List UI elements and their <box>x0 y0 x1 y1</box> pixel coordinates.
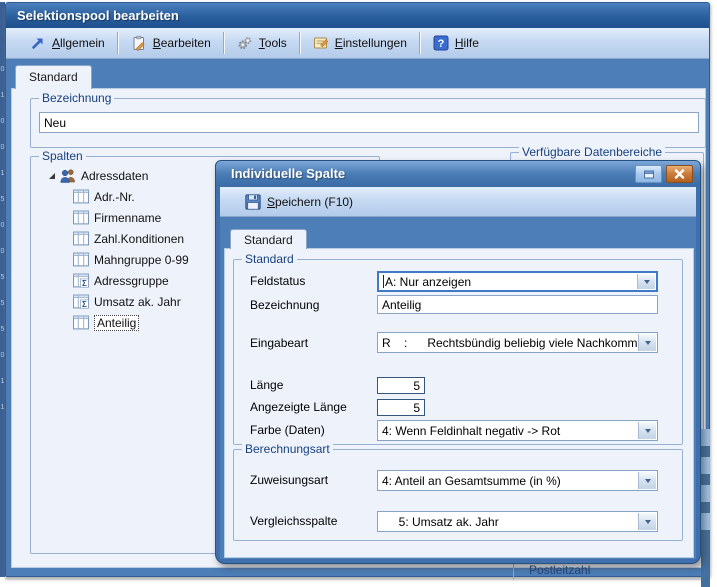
toolbar-label: Einstellungen <box>335 36 407 50</box>
zuweisungsart-combobox[interactable]: 4: Anteil an Gesamtsumme (in %) <box>377 470 658 491</box>
toolbar-separator <box>117 32 119 54</box>
save-button-label: Speichern (F10) <box>267 195 353 209</box>
tree-item-label: Adr.-Nr. <box>94 190 135 204</box>
dropdown-arrow-icon[interactable] <box>637 274 655 289</box>
main-window-title: Selektionspool bearbeiten <box>17 8 179 23</box>
group-standard: Standard Feldstatus A: Nur anzeigen Beze… <box>233 259 683 445</box>
dialog-title-bar[interactable]: Individuelle Spalte <box>216 161 700 187</box>
farbe-label: Farbe (Daten) <box>250 423 376 437</box>
clipboard-pencil-icon <box>131 35 147 51</box>
tree-item-label: Adressgruppe <box>94 274 169 288</box>
eingabeart-label: Eingabeart <box>250 336 376 350</box>
laenge-label: Länge <box>250 378 376 392</box>
farbe-value: 4: Wenn Feldinhalt negativ -> Rot <box>382 424 560 438</box>
tab-standard-main[interactable]: Standard <box>15 65 92 89</box>
column-icon <box>73 252 89 267</box>
dialog-toolbar: Speichern (F10) <box>220 187 696 217</box>
svg-text:Σ: Σ <box>82 300 87 309</box>
column-icon <box>73 231 89 246</box>
toolbar-button-bearbeiten[interactable]: Bearbeiten <box>120 30 222 56</box>
close-icon <box>674 169 685 179</box>
laenge-input[interactable] <box>377 377 425 394</box>
eingabeart-value: R : Rechtsbündig beliebig viele Nachkomm… <box>382 336 653 350</box>
dialog-tab-panel: Standard Feldstatus A: Nur anzeigen Beze… <box>224 248 694 558</box>
zuweisungsart-value: 4: Anteil an Gesamtsumme (in %) <box>382 474 561 488</box>
farbe-combobox[interactable]: 4: Wenn Feldinhalt negativ -> Rot <box>377 420 658 441</box>
bezeichnung-label: Bezeichnung <box>250 298 376 312</box>
screen: 0 1 0 0 1 5 0 0 5 5 5 0 1 1 Selektionspo… <box>0 0 717 587</box>
text-cursor <box>383 275 384 288</box>
expanded-triangle-icon[interactable] <box>49 173 55 179</box>
main-window-title-bar[interactable]: Selektionspool bearbeiten <box>6 3 709 28</box>
angezeigte-laenge-input[interactable] <box>377 399 425 416</box>
settings-note-icon <box>313 35 329 51</box>
toolbar-label: Tools <box>259 36 287 50</box>
toolbar-button-tools[interactable]: Tools <box>226 30 298 56</box>
svg-text:Σ: Σ <box>82 279 87 288</box>
column-icon <box>73 315 89 330</box>
tree-item-label: Zahl.Konditionen <box>94 232 184 246</box>
svg-text:?: ? <box>438 38 445 50</box>
restore-window-button[interactable] <box>635 165 662 183</box>
toolbar-button-hilfe[interactable]: ? Hilfe <box>422 30 490 56</box>
group-caption: Berechnungsart <box>242 442 333 456</box>
group-caption: Standard <box>242 252 297 266</box>
dialog-body: Speichern (F10) Standard Standard Feldst… <box>220 187 696 559</box>
toolbar-separator <box>419 32 421 54</box>
tree-item-label: Firmenname <box>94 211 161 225</box>
group-caption: Bezeichnung <box>39 91 114 105</box>
tree-item-label: Mahngruppe 0-99 <box>94 253 189 267</box>
column-icon <box>73 189 89 204</box>
tree-item-postleitzahl[interactable]: Postleitzahl <box>529 563 590 577</box>
toolbar-separator <box>223 32 225 54</box>
feldstatus-value: A: Nur anzeigen <box>385 275 471 289</box>
tab-standard-dialog[interactable]: Standard <box>230 229 307 249</box>
feldstatus-combobox[interactable]: A: Nur anzeigen <box>377 271 658 292</box>
main-toolbar: Allgemein Bearbeiten Tools <box>6 28 709 59</box>
bezeichnung-input[interactable] <box>39 112 699 133</box>
group-caption: Verfügbare Datenbereiche <box>519 145 665 159</box>
dialog-individuelle-spalte: Individuelle Spalte <box>215 160 701 564</box>
vergleichsspalte-label: Vergleichsspalte <box>250 514 376 528</box>
bezeichnung-dialog-input[interactable] <box>377 295 658 314</box>
dialog-title: Individuelle Spalte <box>231 166 345 181</box>
group-berechnungsart: Berechnungsart Zuweisungsart 4: Anteil a… <box>233 449 683 541</box>
column-sigma-icon: Σ <box>73 294 89 309</box>
dropdown-arrow-icon[interactable] <box>638 334 656 351</box>
toolbar-separator <box>299 32 301 54</box>
vergleichsspalte-value: 5: Umsatz ak. Jahr <box>382 515 499 529</box>
vergleichsspalte-combobox[interactable]: 5: Umsatz ak. Jahr <box>377 511 658 532</box>
feldstatus-label: Feldstatus <box>250 274 376 288</box>
toolbar-button-einstellungen[interactable]: Einstellungen <box>302 30 418 56</box>
toolbar-button-allgemein[interactable]: Allgemein <box>19 30 116 56</box>
arrow-up-right-icon <box>30 35 46 51</box>
column-icon <box>73 210 89 225</box>
dropdown-arrow-icon[interactable] <box>638 472 656 489</box>
dropdown-arrow-icon[interactable] <box>638 422 656 439</box>
close-button[interactable] <box>666 165 693 183</box>
help-icon: ? <box>433 35 449 51</box>
restore-window-icon <box>643 169 655 180</box>
gears-icon <box>237 35 253 51</box>
tree-item-label: Umsatz ak. Jahr <box>94 295 181 309</box>
tree-item-label: Adressdaten <box>81 169 148 183</box>
tree-item-label: Anteilig <box>94 315 139 331</box>
column-sigma-icon: Σ <box>73 273 89 288</box>
eingabeart-combobox[interactable]: R : Rechtsbündig beliebig viele Nachkomm… <box>377 332 658 353</box>
scrollbar-fragment[interactable] <box>701 429 710 587</box>
toolbar-label: Hilfe <box>455 36 479 50</box>
angezeigte-laenge-label: Angezeigte Länge <box>250 400 376 414</box>
zuweisungsart-label: Zuweisungsart <box>250 473 376 487</box>
save-icon <box>245 194 261 210</box>
toolbar-label: Bearbeiten <box>153 36 211 50</box>
group-bezeichnung: Bezeichnung <box>30 98 706 148</box>
save-button[interactable]: Speichern (F10) <box>234 189 364 215</box>
group-caption: Spalten <box>39 149 86 163</box>
toolbar-label: Allgemein <box>52 36 105 50</box>
dropdown-arrow-icon[interactable] <box>638 513 656 530</box>
people-icon <box>60 168 76 183</box>
